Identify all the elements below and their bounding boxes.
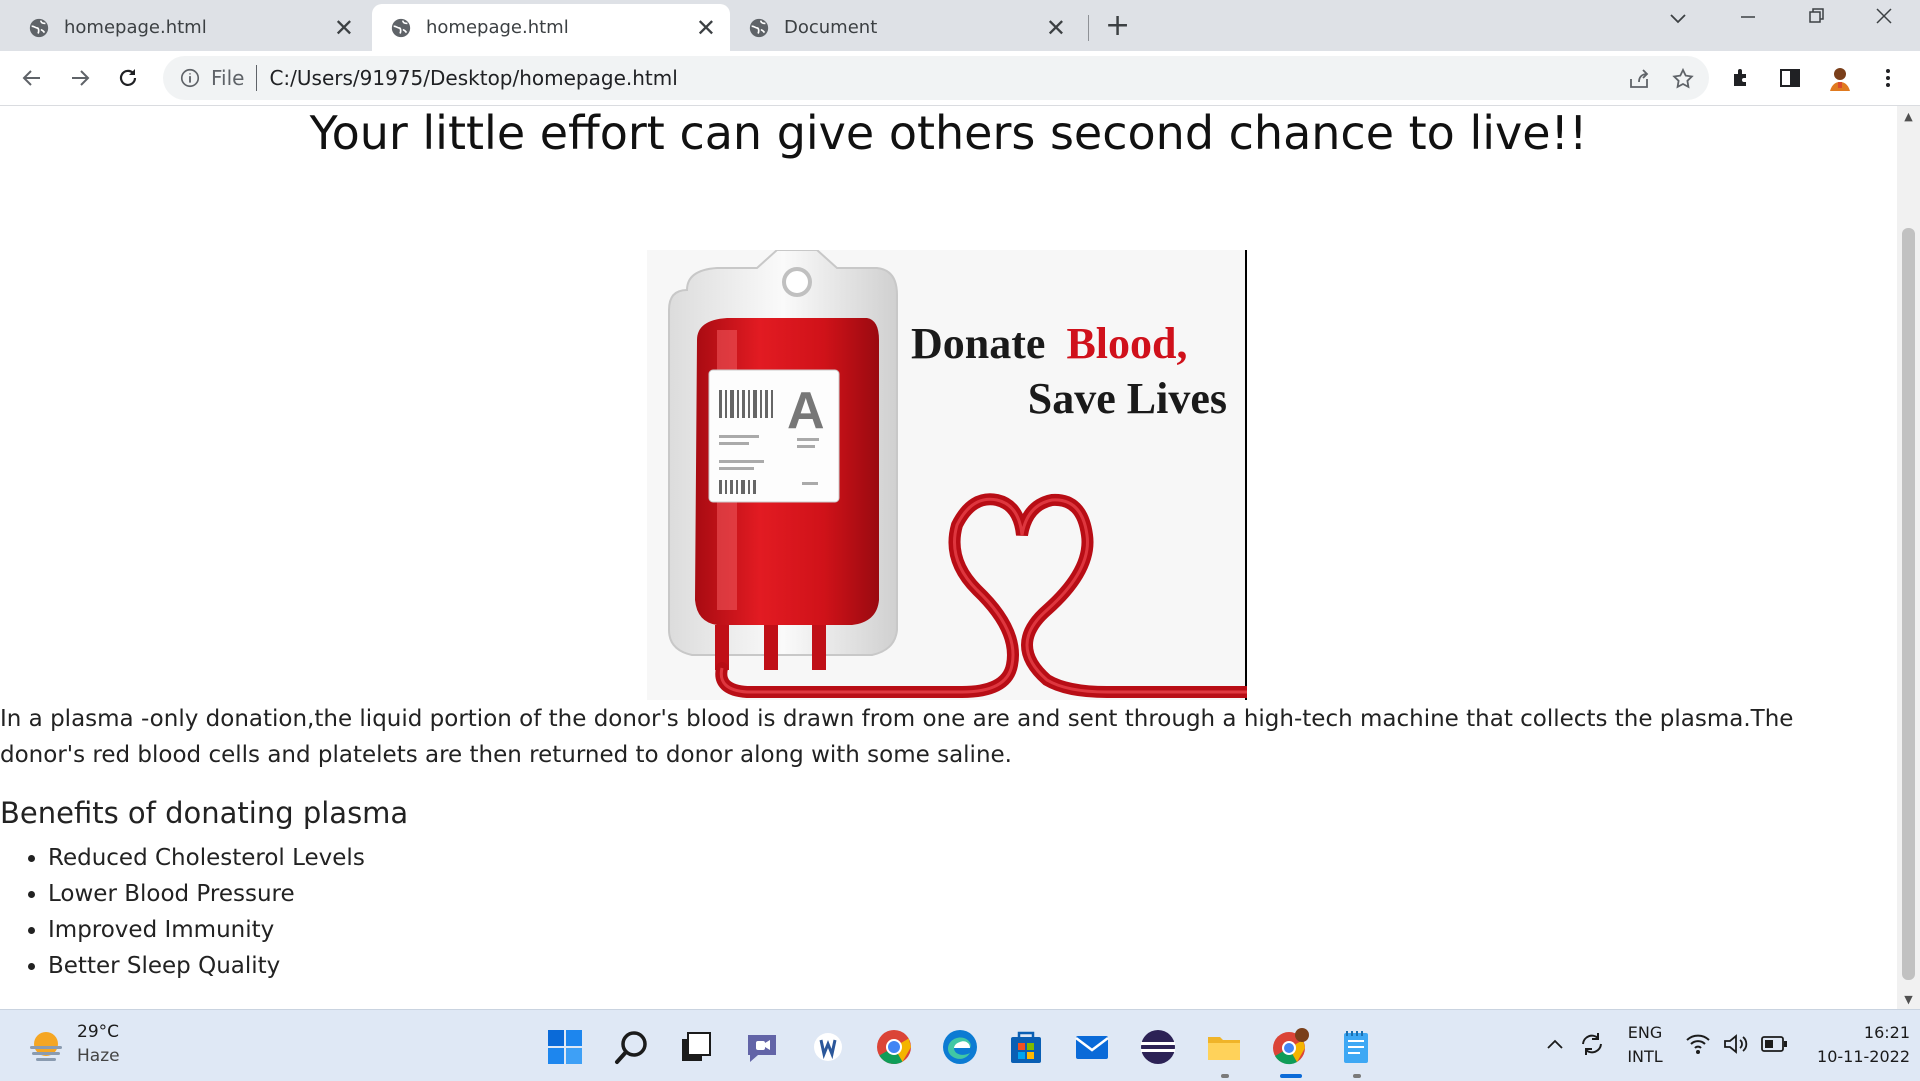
page-headline: Your little effort can give others secon… (309, 106, 1588, 160)
benefits-list: Reduced Cholesterol Levels Lower Blood P… (0, 840, 365, 984)
blood-type-letter: A (787, 382, 825, 440)
windows-start-icon[interactable] (545, 1027, 585, 1067)
forward-button[interactable] (63, 61, 97, 95)
browser-toolbar: File C:/Users/91975/Desktop/homepage.htm… (0, 51, 1920, 106)
close-window-icon[interactable] (1874, 6, 1894, 32)
active-indicator (1280, 1074, 1302, 1078)
arrow-left-icon (22, 70, 40, 86)
reload-button[interactable] (111, 61, 145, 95)
back-button[interactable] (15, 61, 49, 95)
profile-avatar-icon[interactable] (1824, 62, 1856, 94)
menu-kebab-icon[interactable] (1876, 66, 1900, 90)
hero-text-save-lives: Save Lives (1028, 374, 1227, 423)
tab-document[interactable]: Document ✕ (730, 4, 1080, 51)
scroll-thumb[interactable] (1902, 228, 1915, 980)
url-text[interactable]: C:/Users/91975/Desktop/homepage.html (269, 66, 677, 90)
globe-icon (29, 18, 49, 37)
running-indicator (1353, 1074, 1361, 1078)
globe-icon (749, 18, 769, 37)
tab-separator (1088, 15, 1089, 41)
tab-close-icon[interactable]: ✕ (1046, 14, 1066, 42)
list-item: Reduced Cholesterol Levels (48, 840, 365, 876)
tab-strip: homepage.html ✕ homepage.html ✕ Document… (0, 0, 1920, 51)
tab-search-chevron-icon[interactable] (1668, 8, 1688, 34)
microsoft-store-icon[interactable] (1006, 1027, 1046, 1067)
battery-icon[interactable] (1760, 1034, 1788, 1054)
mail-icon[interactable] (1072, 1027, 1112, 1067)
intro-paragraph: In a plasma -only donation,the liquid po… (0, 706, 1794, 768)
chrome-active-icon[interactable] (1270, 1027, 1310, 1067)
search-icon[interactable] (612, 1027, 652, 1067)
chrome-icon[interactable] (874, 1027, 914, 1067)
teams-chat-icon[interactable] (742, 1027, 782, 1067)
scroll-up-arrow-icon[interactable]: ▲ (1897, 106, 1920, 126)
notepad-icon[interactable] (1336, 1027, 1376, 1067)
hero-text-blood: Blood, (1066, 319, 1187, 368)
clock-date[interactable]: 10-11-2022 (1800, 1047, 1910, 1066)
svg-text:Donate Blood,: Donate Blood, (911, 319, 1187, 368)
running-indicator (1221, 1074, 1229, 1078)
arrow-right-icon (72, 70, 90, 86)
tab-close-icon[interactable]: ✕ (334, 14, 354, 42)
tab-homepage-1[interactable]: homepage.html ✕ (0, 4, 368, 51)
windows-taskbar: 29°C Haze ENG INTL 16:21 10-11-2022 (0, 1009, 1920, 1081)
hero-text-donate: Donate (911, 319, 1045, 368)
show-hidden-icons-chevron-icon[interactable] (1545, 1034, 1565, 1054)
share-icon[interactable] (1627, 67, 1651, 91)
info-icon[interactable] (179, 67, 201, 89)
new-tab-plus-icon[interactable]: + (1105, 8, 1130, 43)
page-scrollbar[interactable]: ▲ ▼ (1897, 106, 1920, 1009)
wifi-icon[interactable] (1685, 1032, 1711, 1056)
clock-time[interactable]: 16:21 (1800, 1023, 1910, 1042)
minimize-icon[interactable] (1738, 6, 1758, 32)
tab-homepage-2-active[interactable]: homepage.html ✕ (372, 4, 730, 51)
restore-icon[interactable] (1806, 6, 1826, 32)
volume-icon[interactable] (1722, 1032, 1750, 1056)
weather-haze-icon[interactable] (26, 1028, 66, 1064)
edge-icon[interactable] (940, 1027, 980, 1067)
address-bar[interactable]: File C:/Users/91975/Desktop/homepage.htm… (163, 56, 1709, 100)
list-item: Better Sleep Quality (48, 948, 365, 984)
sync-icon[interactable] (1578, 1030, 1606, 1058)
address-divider (256, 65, 258, 91)
bookmark-star-icon[interactable] (1671, 67, 1695, 91)
word-app-icon[interactable] (808, 1027, 848, 1067)
language-line1[interactable]: ENG (1622, 1023, 1668, 1042)
globe-icon (391, 18, 411, 37)
task-view-icon[interactable] (676, 1027, 716, 1067)
list-item: Improved Immunity (48, 912, 365, 948)
weather-temperature[interactable]: 29°C (77, 1022, 119, 1042)
weather-condition[interactable]: Haze (77, 1046, 120, 1066)
file-explorer-icon[interactable] (1204, 1027, 1244, 1067)
tab-title: homepage.html (426, 17, 569, 38)
tab-title: Document (784, 17, 878, 38)
language-line2[interactable]: INTL (1622, 1047, 1668, 1066)
scroll-down-arrow-icon[interactable]: ▼ (1897, 989, 1920, 1009)
extensions-puzzle-icon[interactable] (1730, 66, 1754, 90)
tab-close-icon[interactable]: ✕ (696, 14, 716, 42)
reload-icon (119, 69, 137, 86)
benefits-heading: Benefits of donating plasma (0, 796, 409, 830)
eclipse-icon[interactable] (1138, 1027, 1178, 1067)
web-page: Your little effort can give others secon… (0, 106, 1897, 1009)
tab-title: homepage.html (64, 17, 207, 38)
donate-blood-image: A Donate Blood, Save Lives (647, 249, 1253, 700)
list-item: Lower Blood Pressure (48, 876, 365, 912)
scheme-label: File (211, 66, 245, 90)
side-panel-icon[interactable] (1778, 66, 1802, 90)
